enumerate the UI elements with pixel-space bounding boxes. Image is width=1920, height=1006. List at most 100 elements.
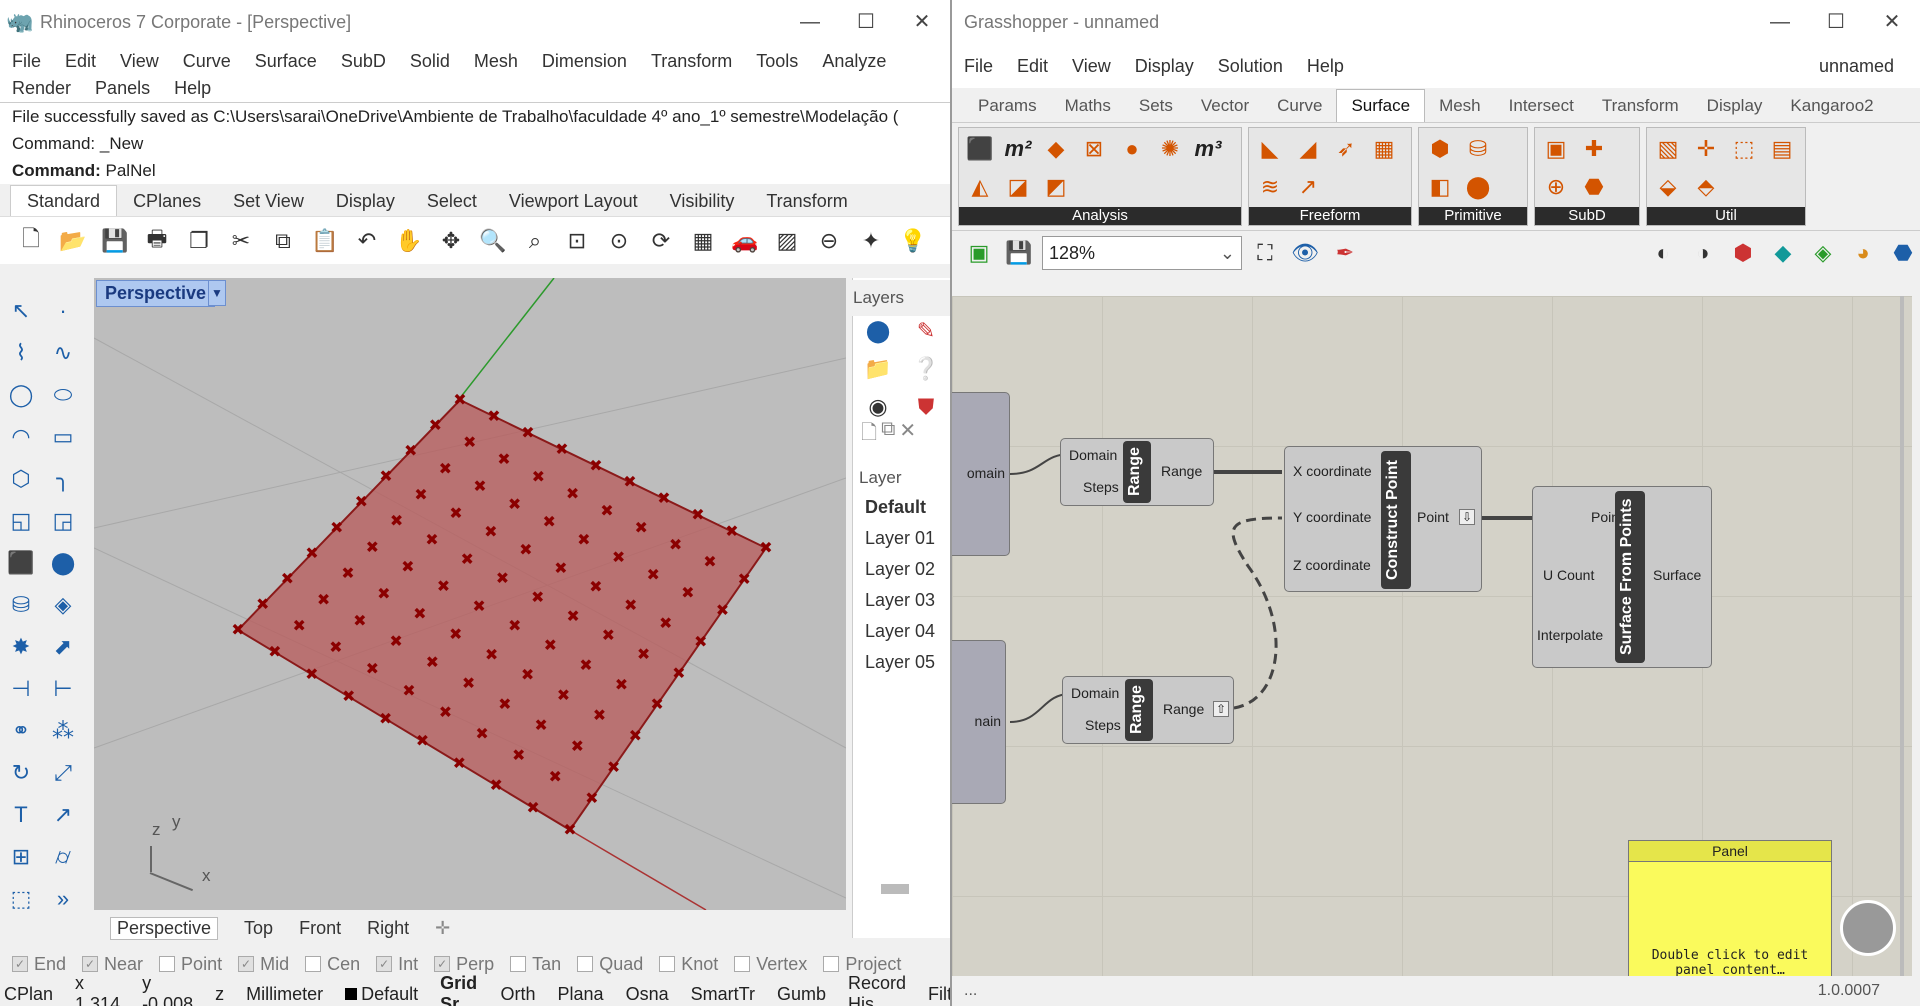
osnap-perp[interactable]: ✓ Perp — [434, 954, 494, 975]
gh-tab-surface[interactable]: Surface — [1336, 89, 1426, 122]
surface-closest-icon[interactable]: ◭ — [963, 170, 997, 204]
tab-viewport-layout[interactable]: Viewport Layout — [493, 186, 654, 216]
gh-tab-params[interactable]: Params — [964, 90, 1051, 122]
control-point[interactable]: ✖ — [532, 467, 545, 486]
mesh-quality-icon[interactable]: ◆ — [1766, 236, 1800, 270]
is-planar-icon[interactable]: ⊠ — [1077, 132, 1111, 166]
arc-icon[interactable]: ◠ — [4, 420, 38, 454]
ribbon-label-freeform[interactable]: Freeform — [1249, 207, 1411, 225]
control-point[interactable]: ✖ — [691, 505, 704, 524]
preview-selected-icon[interactable]: ⬢ — [1726, 236, 1760, 270]
delete-layer-icon[interactable]: ✕ — [899, 418, 916, 452]
control-point[interactable]: ✖ — [521, 423, 534, 442]
zoom-icon[interactable]: 🔍 — [476, 224, 510, 258]
domain-component-1[interactable]: omain — [952, 392, 1010, 556]
osnap-int[interactable]: ✓ Int — [376, 954, 418, 975]
control-point[interactable]: ✖ — [496, 568, 509, 587]
point-icon[interactable]: · — [46, 294, 80, 328]
osnap-checkbox[interactable] — [577, 956, 594, 972]
undo-icon[interactable]: ↶ — [350, 224, 384, 258]
osnap-tan[interactable]: Tan — [510, 954, 561, 975]
control-point[interactable]: ✖ — [612, 547, 625, 566]
control-point[interactable]: ✖ — [554, 559, 567, 578]
tab-cplanes[interactable]: CPlanes — [117, 186, 217, 216]
control-point[interactable]: ✖ — [519, 540, 532, 559]
control-point[interactable]: ✖ — [329, 638, 342, 657]
control-point[interactable]: ✖ — [330, 518, 343, 537]
control-point[interactable]: ✖ — [429, 416, 442, 435]
gh-tab-display[interactable]: Display — [1693, 90, 1777, 122]
control-point[interactable]: ✖ — [589, 577, 602, 596]
hatch-icon[interactable]: ▨ — [770, 224, 804, 258]
control-point[interactable]: ✖ — [602, 625, 615, 644]
control-point[interactable]: ✖ — [549, 767, 562, 786]
analyze-icon[interactable]: ⌭ — [46, 840, 80, 874]
tab-select[interactable]: Select — [411, 186, 493, 216]
minimize-button[interactable]: — — [782, 0, 838, 44]
ribbon-label-primitive[interactable]: Primitive — [1419, 207, 1527, 225]
fillet-curve-icon[interactable]: ╮ — [46, 462, 80, 496]
status-cplane[interactable]: CPlan — [4, 984, 53, 1005]
preview-wireframe-icon[interactable]: ◐ — [1646, 236, 1680, 270]
sphere-primitive-icon[interactable]: ⬤ — [1461, 170, 1495, 204]
move-icon[interactable]: ✥ — [434, 224, 468, 258]
divide-domain-icon[interactable]: ▧ — [1651, 132, 1685, 166]
osnap-checkbox[interactable]: ✓ — [376, 956, 393, 972]
area-icon[interactable]: m² — [1001, 132, 1035, 166]
status-ortho[interactable]: Orth — [501, 984, 536, 1005]
menu-transform[interactable]: Transform — [651, 51, 732, 72]
boolean-icon[interactable]: ⚭ — [4, 714, 38, 748]
extrude-icon[interactable]: ⬈ — [46, 630, 80, 664]
control-point[interactable]: ✖ — [659, 614, 672, 633]
polygon-icon[interactable]: ⬡ — [4, 462, 38, 496]
close-button[interactable]: ✕ — [894, 0, 950, 44]
osnap-point[interactable]: Point — [159, 954, 222, 975]
array-icon[interactable]: ⊞ — [4, 840, 38, 874]
control-point[interactable]: ✖ — [623, 472, 636, 491]
control-point[interactable]: ✖ — [490, 776, 503, 795]
control-point[interactable]: ✖ — [759, 538, 772, 557]
zoom-extents-icon[interactable]: ⊡ — [560, 224, 594, 258]
light-bulb-icon[interactable]: 💡 — [896, 224, 930, 258]
control-point[interactable]: ✖ — [577, 530, 590, 549]
copy-icon[interactable]: ⧉ — [266, 224, 300, 258]
sfp-input-interpolate[interactable]: Interpolate — [1537, 627, 1603, 643]
control-point[interactable]: ✖ — [401, 557, 414, 576]
osnap-knot[interactable]: Knot — [659, 954, 718, 975]
cylinder-primitive-icon[interactable]: ⛁ — [1461, 132, 1495, 166]
osnap-checkbox[interactable] — [734, 956, 751, 972]
control-point[interactable]: ✖ — [508, 616, 521, 635]
gh-tab-kangaroo2[interactable]: Kangaroo2 — [1776, 90, 1887, 122]
surface-split-icon[interactable]: ▤ — [1765, 132, 1799, 166]
control-point[interactable]: ✖ — [566, 484, 579, 503]
gh-canvas[interactable]: omain nain Domain Steps Range Range Doma… — [952, 296, 1912, 976]
subd-box-icon[interactable]: ▣ — [1539, 132, 1573, 166]
cut-icon[interactable]: ✂ — [224, 224, 258, 258]
range2-output-range[interactable]: Range — [1163, 701, 1204, 717]
range1-input-steps[interactable]: Steps — [1083, 479, 1119, 495]
viewport-layout-icon[interactable]: ▦ — [686, 224, 720, 258]
construct-point-component[interactable]: X coordinate Y coordinate Z coordinate C… — [1284, 446, 1482, 592]
cp-input-y[interactable]: Y coordinate — [1293, 509, 1371, 525]
control-point[interactable]: ✖ — [413, 604, 426, 623]
menu-tools[interactable]: Tools — [756, 51, 798, 72]
osnap-cen[interactable]: Cen — [305, 954, 360, 975]
layer-item-03[interactable]: Layer 03 — [853, 585, 950, 616]
sketch-pen-icon[interactable]: ✒ — [1328, 236, 1362, 270]
layer-item-01[interactable]: Layer 01 — [853, 523, 950, 554]
control-point[interactable]: ✖ — [404, 441, 417, 460]
control-point[interactable]: ✖ — [657, 489, 670, 508]
status-smarttrack[interactable]: SmartTr — [691, 984, 755, 1005]
cap-holes-icon[interactable]: ⬙ — [1651, 170, 1685, 204]
control-point[interactable]: ✖ — [497, 450, 510, 469]
control-point[interactable]: ✖ — [389, 632, 402, 651]
ribbon-label-util[interactable]: Util — [1647, 207, 1805, 225]
control-point[interactable]: ✖ — [485, 645, 498, 664]
control-point[interactable]: ✖ — [607, 757, 620, 776]
control-point[interactable]: ✖ — [439, 459, 452, 478]
control-point[interactable]: ✖ — [390, 511, 403, 530]
tab-visibility[interactable]: Visibility — [654, 186, 751, 216]
layers-scrollbar[interactable] — [881, 884, 909, 894]
cp-output-point[interactable]: Point — [1417, 509, 1449, 525]
rotate-icon[interactable]: ↻ — [4, 756, 38, 790]
